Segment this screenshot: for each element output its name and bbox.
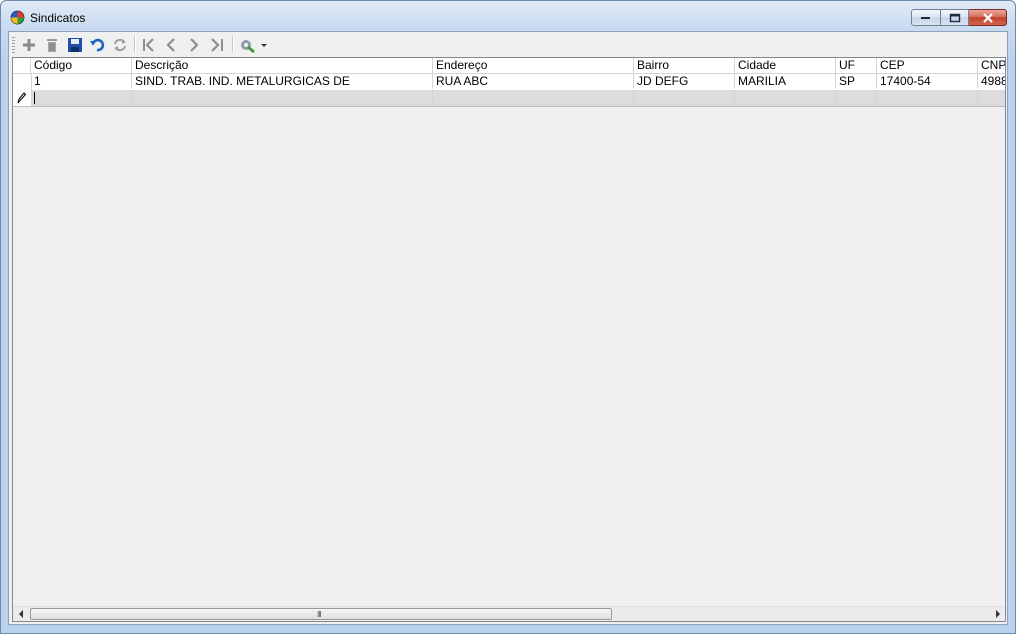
last-record-icon: [211, 38, 223, 52]
title-bar[interactable]: Sindicatos: [1, 1, 1015, 31]
horizontal-scrollbar[interactable]: III: [13, 606, 1005, 621]
records-grid[interactable]: Código Descrição Endereço Bairro Cidade …: [12, 57, 1006, 622]
last-record-button[interactable]: [207, 35, 227, 54]
new-cell-bairro[interactable]: [634, 90, 735, 105]
app-logo-icon: [10, 10, 25, 25]
plus-icon: [23, 39, 35, 51]
restore-icon: [949, 13, 960, 22]
column-header-cidade[interactable]: Cidade: [735, 58, 836, 73]
toolbar-separator: [232, 36, 234, 52]
cell-descricao[interactable]: SIND. TRAB. IND. METALURGICAS DE: [132, 74, 433, 89]
cell-bairro[interactable]: JD DEFG: [634, 74, 735, 89]
sindicatos-window: Sindicatos Código Descrição Endereço Bai…: [0, 0, 1016, 634]
close-icon: [982, 12, 993, 23]
client-area: Código Descrição Endereço Bairro Cidade …: [8, 31, 1008, 625]
pencil-icon: [17, 92, 26, 104]
new-cell-endereco[interactable]: [433, 90, 634, 105]
new-record-row[interactable]: [13, 90, 1005, 107]
cell-codigo[interactable]: 1: [31, 74, 132, 89]
next-record-button[interactable]: [184, 35, 204, 54]
row-header-corner: [13, 58, 31, 73]
tools-dropdown-button[interactable]: [237, 35, 269, 54]
window-title: Sindicatos: [30, 11, 86, 25]
minimize-icon: [921, 16, 930, 19]
trash-icon: [47, 39, 57, 52]
new-cell-uf[interactable]: [836, 90, 877, 105]
navigation-toolbar: [9, 32, 1007, 56]
save-icon: [68, 38, 82, 52]
new-cell-cep[interactable]: [877, 90, 978, 105]
toolbar-separator: [134, 36, 136, 52]
tools-dropdown-icon: [241, 40, 267, 53]
table-row[interactable]: 1 SIND. TRAB. IND. METALURGICAS DE RUA A…: [13, 74, 1005, 91]
toolbar-grip[interactable]: [12, 37, 15, 53]
undo-button[interactable]: [87, 35, 107, 54]
first-record-icon: [143, 38, 154, 52]
previous-record-icon: [166, 38, 175, 52]
column-header-cnpj[interactable]: CNPJ: [978, 58, 1005, 73]
close-button[interactable]: [969, 9, 1007, 26]
column-header-endereco[interactable]: Endereço: [433, 58, 634, 73]
refresh-button[interactable]: [110, 35, 130, 54]
scrollbar-thumb[interactable]: III: [30, 608, 612, 620]
cell-cidade[interactable]: MARILIA: [735, 74, 836, 89]
restore-button[interactable]: [941, 9, 969, 26]
save-record-button[interactable]: [65, 35, 85, 54]
new-cell-descricao[interactable]: [132, 90, 433, 105]
column-header-descricao[interactable]: Descrição: [132, 58, 433, 73]
next-record-icon: [190, 38, 199, 52]
scroll-left-arrow-icon[interactable]: [18, 610, 24, 618]
first-record-button[interactable]: [139, 35, 159, 54]
scrollbar-grip: III: [317, 610, 322, 619]
minimize-button[interactable]: [911, 9, 941, 26]
column-header-bairro[interactable]: Bairro: [634, 58, 735, 73]
row-header[interactable]: [13, 74, 32, 90]
column-header-cep[interactable]: CEP: [877, 58, 978, 73]
undo-icon: [90, 38, 105, 52]
new-cell-codigo[interactable]: [31, 90, 132, 105]
column-header-uf[interactable]: UF: [836, 58, 877, 73]
new-cell-cnpj[interactable]: [978, 90, 1005, 105]
new-cell-cidade[interactable]: [735, 90, 836, 105]
add-record-button[interactable]: [19, 35, 39, 54]
cell-uf[interactable]: SP: [836, 74, 877, 89]
previous-record-button[interactable]: [162, 35, 182, 54]
row-header[interactable]: [13, 90, 32, 106]
column-header-codigo[interactable]: Código: [31, 58, 132, 73]
grid-header: Código Descrição Endereço Bairro Cidade …: [13, 58, 1005, 74]
cell-cep[interactable]: 17400-54: [877, 74, 978, 89]
refresh-icon: [114, 38, 126, 52]
scroll-right-arrow-icon[interactable]: [995, 610, 1001, 618]
cell-cnpj[interactable]: 4988: [978, 74, 1005, 89]
delete-record-button[interactable]: [42, 35, 62, 54]
cell-endereco[interactable]: RUA ABC: [433, 74, 634, 89]
